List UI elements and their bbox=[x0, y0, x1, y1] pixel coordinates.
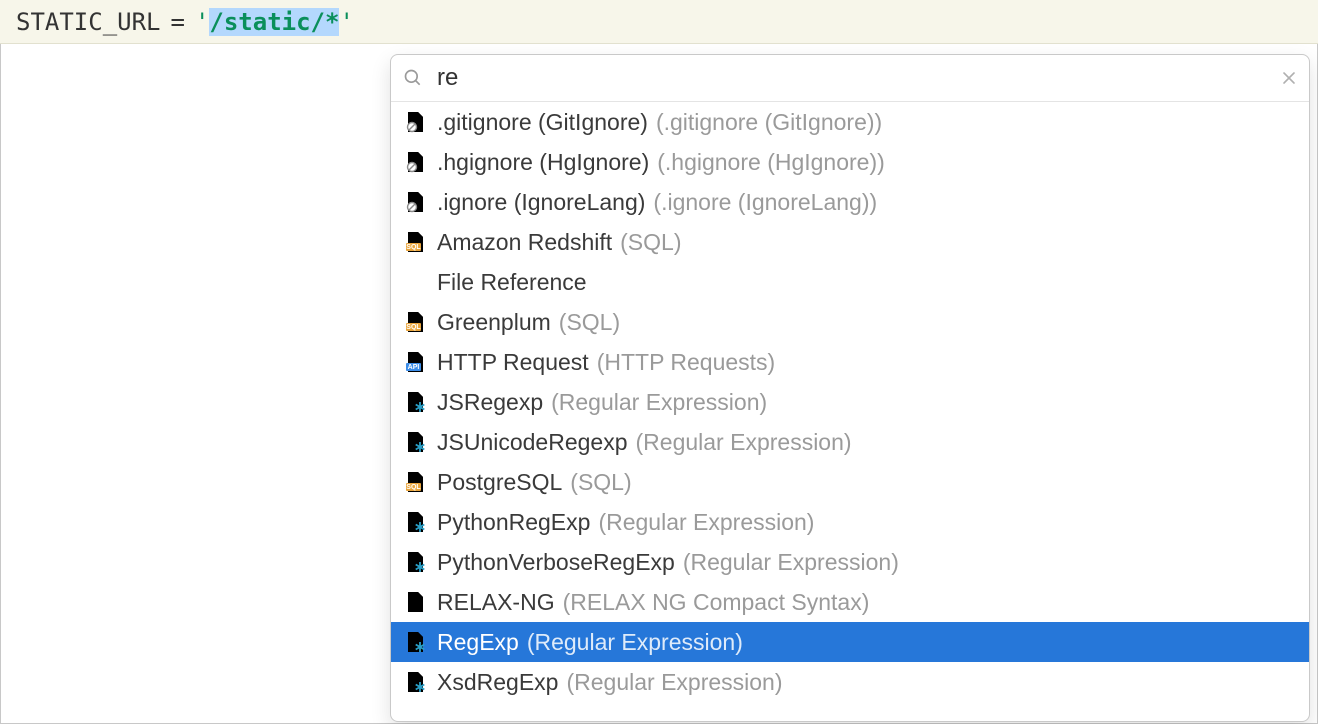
item-name: HTTP Request bbox=[437, 351, 589, 374]
results-list: .gitignore (GitIgnore) (.gitignore (GitIg… bbox=[391, 102, 1309, 721]
item-name: PostgreSQL bbox=[437, 471, 562, 494]
item-name: .gitignore (GitIgnore) bbox=[437, 111, 648, 134]
list-item[interactable]: .ignore (IgnoreLang) (.ignore (IgnoreLang… bbox=[391, 182, 1309, 222]
list-item[interactable]: PythonRegExp (Regular Expression) bbox=[391, 502, 1309, 542]
item-hint: (Regular Expression) bbox=[636, 431, 852, 454]
list-item[interactable]: JSUnicodeRegexp (Regular Expression) bbox=[391, 422, 1309, 462]
code-open-quote: ' bbox=[195, 8, 209, 36]
forbid-file-icon bbox=[405, 111, 427, 133]
language-injection-popup: .gitignore (GitIgnore) (.gitignore (GitIg… bbox=[390, 54, 1310, 722]
item-hint: (Regular Expression) bbox=[527, 631, 743, 654]
item-hint: (Regular Expression) bbox=[683, 551, 899, 574]
item-hint: (SQL) bbox=[559, 311, 620, 334]
item-hint: (Regular Expression) bbox=[566, 671, 782, 694]
item-name: XsdRegExp bbox=[437, 671, 558, 694]
item-name: PythonRegExp bbox=[437, 511, 590, 534]
regex-file-icon bbox=[405, 391, 427, 413]
list-item[interactable]: SQL Amazon Redshift (SQL) bbox=[391, 222, 1309, 262]
list-item[interactable]: PythonVerboseRegExp (Regular Expression) bbox=[391, 542, 1309, 582]
list-item[interactable]: JSRegexp (Regular Expression) bbox=[391, 382, 1309, 422]
svg-text:API: API bbox=[408, 364, 420, 371]
list-item[interactable]: API HTTP Request (HTTP Requests) bbox=[391, 342, 1309, 382]
item-name: RegExp bbox=[437, 631, 519, 654]
item-hint: (SQL) bbox=[620, 231, 681, 254]
item-name: JSRegexp bbox=[437, 391, 543, 414]
item-name: File Reference bbox=[437, 271, 587, 294]
api-file-icon: API bbox=[405, 351, 427, 373]
page-file-icon bbox=[405, 591, 427, 613]
item-name: RELAX-NG bbox=[437, 591, 555, 614]
list-item[interactable]: RegExp (Regular Expression) bbox=[391, 622, 1309, 662]
svg-text:SQL: SQL bbox=[406, 484, 421, 491]
list-item[interactable]: .hgignore (HgIgnore) (.hgignore (HgIgnore… bbox=[391, 142, 1309, 182]
code-line[interactable]: STATIC_URL = ' /static/* ' bbox=[0, 0, 1318, 44]
item-hint: (SQL) bbox=[570, 471, 631, 494]
item-name: .ignore (IgnoreLang) bbox=[437, 191, 645, 214]
item-hint: (Regular Expression) bbox=[598, 511, 814, 534]
item-hint: (.hgignore (HgIgnore)) bbox=[657, 151, 885, 174]
svg-text:SQL: SQL bbox=[406, 324, 421, 331]
none-file-icon bbox=[405, 271, 427, 293]
list-item[interactable]: RELAX-NG (RELAX NG Compact Syntax) bbox=[391, 582, 1309, 622]
code-selection[interactable]: /static/* bbox=[209, 8, 339, 36]
item-name: Amazon Redshift bbox=[437, 231, 612, 254]
item-name: Greenplum bbox=[437, 311, 551, 334]
item-name: PythonVerboseRegExp bbox=[437, 551, 675, 574]
item-name: JSUnicodeRegexp bbox=[437, 431, 628, 454]
list-item[interactable]: SQL Greenplum (SQL) bbox=[391, 302, 1309, 342]
code-equals: = bbox=[171, 8, 185, 36]
code-variable: STATIC_URL bbox=[16, 8, 161, 36]
search-row bbox=[391, 55, 1309, 102]
item-hint: (RELAX NG Compact Syntax) bbox=[563, 591, 870, 614]
list-item[interactable]: File Reference bbox=[391, 262, 1309, 302]
regex-file-icon bbox=[405, 511, 427, 533]
clear-search-icon[interactable] bbox=[1281, 70, 1297, 86]
item-hint: (.gitignore (GitIgnore)) bbox=[656, 111, 882, 134]
item-name: .hgignore (HgIgnore) bbox=[437, 151, 649, 174]
search-input[interactable] bbox=[435, 63, 1281, 93]
regex-file-icon bbox=[405, 631, 427, 653]
code-close-quote: ' bbox=[339, 8, 353, 36]
item-hint: (.ignore (IgnoreLang)) bbox=[653, 191, 877, 214]
sql-file-icon: SQL bbox=[405, 311, 427, 333]
regex-file-icon bbox=[405, 551, 427, 573]
item-hint: (Regular Expression) bbox=[551, 391, 767, 414]
list-item[interactable]: SQL PostgreSQL (SQL) bbox=[391, 462, 1309, 502]
regex-file-icon bbox=[405, 431, 427, 453]
item-hint: (HTTP Requests) bbox=[597, 351, 776, 374]
forbid-file-icon bbox=[405, 151, 427, 173]
search-icon bbox=[403, 68, 423, 88]
forbid-file-icon bbox=[405, 191, 427, 213]
sql-file-icon: SQL bbox=[405, 231, 427, 253]
list-item[interactable]: XsdRegExp (Regular Expression) bbox=[391, 662, 1309, 702]
regex-file-icon bbox=[405, 671, 427, 693]
svg-text:SQL: SQL bbox=[406, 244, 421, 251]
sql-file-icon: SQL bbox=[405, 471, 427, 493]
list-item[interactable]: .gitignore (GitIgnore) (.gitignore (GitIg… bbox=[391, 102, 1309, 142]
